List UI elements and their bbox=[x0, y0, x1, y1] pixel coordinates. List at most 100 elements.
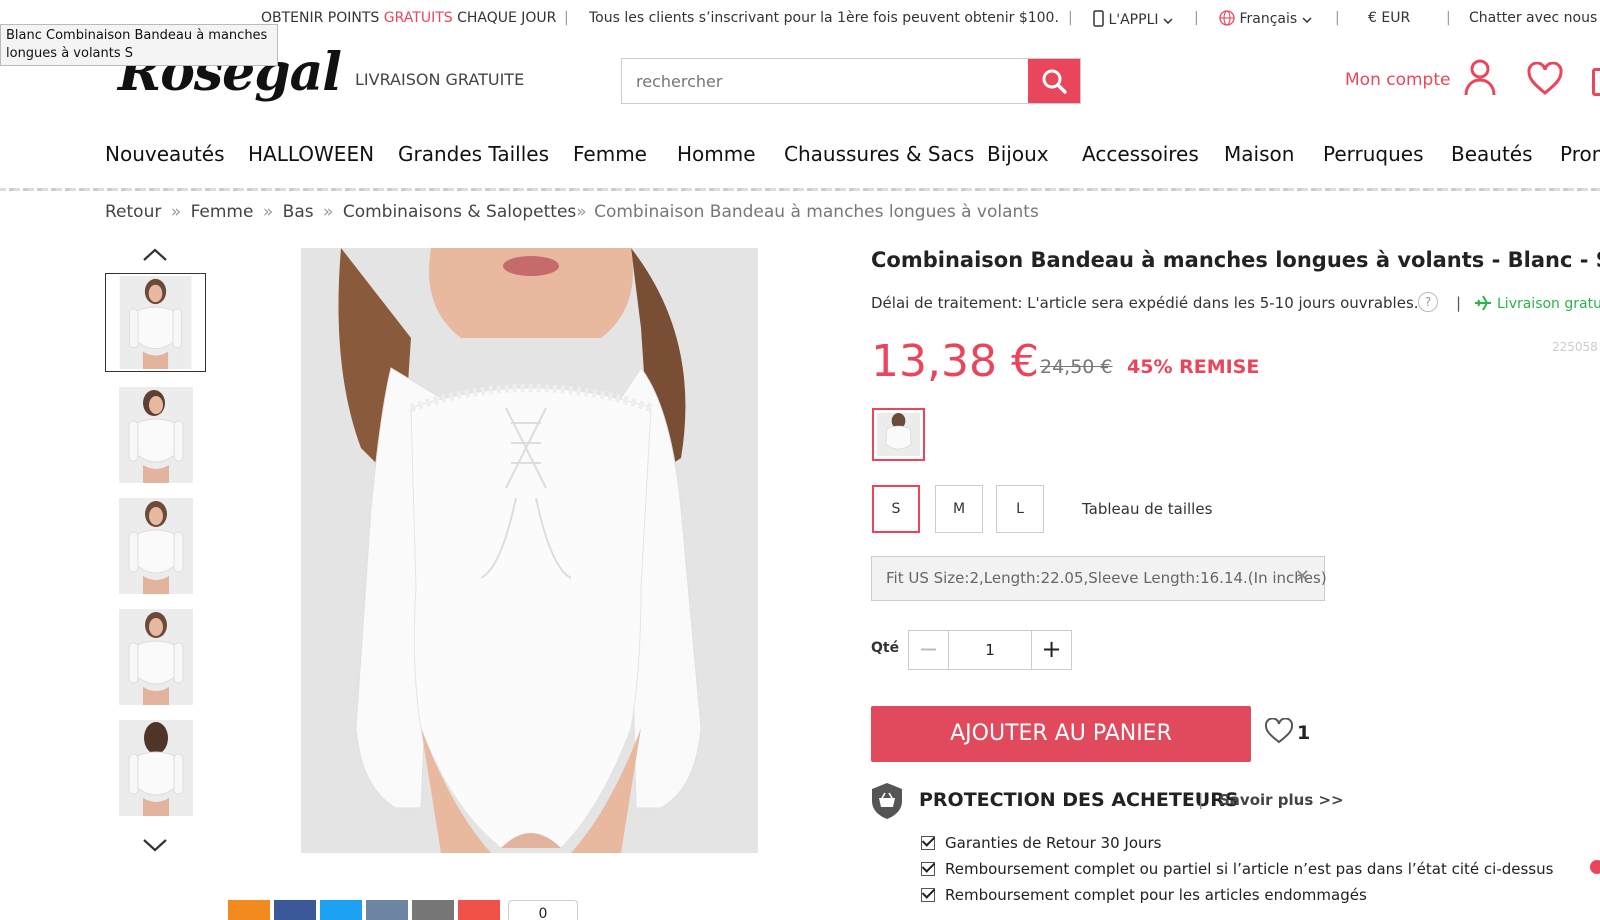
size-option-l[interactable]: L bbox=[996, 485, 1044, 533]
guarantee-text: Garanties de Retour 30 Jours bbox=[945, 834, 1162, 852]
points-promo[interactable]: OBTENIR POINTS GRATUITS CHAQUE JOUR bbox=[261, 10, 556, 26]
share-count: 0 bbox=[508, 900, 578, 920]
globe-icon bbox=[1219, 10, 1235, 26]
nav-item-wigs[interactable]: Perruques bbox=[1323, 142, 1424, 166]
wishlist-count: 1 bbox=[1297, 722, 1311, 744]
thumbnail-2[interactable] bbox=[119, 387, 193, 483]
separator: | bbox=[1194, 10, 1199, 26]
breadcrumb-jumpsuits[interactable]: Combinaisons & Salopettes bbox=[343, 202, 576, 222]
fit-info-text: Fit US Size:2,Length:22.05,Sleeve Length… bbox=[886, 569, 1327, 587]
heart-icon[interactable] bbox=[1264, 718, 1294, 745]
guarantee-text: Remboursement complet ou partiel si l’ar… bbox=[945, 860, 1554, 878]
shield-basket-icon bbox=[872, 783, 902, 819]
separator: | bbox=[1456, 294, 1462, 312]
chevron-down-icon[interactable] bbox=[142, 838, 168, 852]
add-to-cart-button[interactable]: AJOUTER AU PANIER bbox=[871, 706, 1251, 762]
current-price: 13,38 € bbox=[871, 336, 1039, 387]
breadcrumb-women[interactable]: Femme bbox=[191, 202, 254, 222]
separator: | bbox=[1446, 10, 1451, 26]
separator: | bbox=[564, 10, 569, 26]
search-bar bbox=[621, 58, 1081, 104]
user-icon[interactable] bbox=[1464, 58, 1496, 96]
currency-menu[interactable]: € EUR bbox=[1368, 10, 1410, 26]
separator: | bbox=[1068, 10, 1073, 26]
more-share-button[interactable] bbox=[458, 900, 500, 920]
size-option-s[interactable]: S bbox=[872, 485, 920, 533]
product-thumbnail-image bbox=[119, 276, 192, 369]
main-product-image[interactable] bbox=[301, 248, 758, 853]
guarantee-item: Remboursement complet ou partiel si l’ar… bbox=[921, 860, 1553, 878]
search-icon bbox=[1042, 69, 1067, 94]
buyer-protection-title: PROTECTION DES ACHETEURS bbox=[919, 789, 1239, 811]
nav-item-shoes-bags[interactable]: Chaussures & Sacs bbox=[784, 142, 974, 166]
processing-time: Délai de traitement: L'article sera expé… bbox=[871, 294, 1419, 312]
thumbnail-3[interactable] bbox=[119, 498, 193, 594]
facebook-share-button[interactable] bbox=[274, 900, 316, 920]
floating-heart-icon[interactable] bbox=[1590, 860, 1600, 874]
nav-divider bbox=[0, 188, 1600, 191]
quantity-label: Qté bbox=[871, 640, 900, 656]
breadcrumb-back[interactable]: Retour bbox=[105, 202, 161, 222]
guarantee-item: Remboursement complet pour les articles … bbox=[921, 886, 1367, 904]
nav-item-prom[interactable]: Prom bbox=[1560, 142, 1600, 166]
search-input[interactable] bbox=[622, 59, 1028, 103]
thumbnail-5[interactable] bbox=[119, 720, 193, 816]
nav-item-home[interactable]: Maison bbox=[1224, 142, 1294, 166]
thumbnail-4[interactable] bbox=[119, 609, 193, 705]
breadcrumb-arrow: » bbox=[170, 202, 182, 222]
promo-text-a: OBTENIR POINTS bbox=[261, 10, 384, 26]
airplane-icon bbox=[1475, 295, 1491, 311]
cart-icon[interactable] bbox=[1592, 68, 1600, 96]
product-photo bbox=[301, 248, 758, 853]
breadcrumb: Retour » Femme » Bas » Combinaisons & Sa… bbox=[105, 202, 1039, 222]
nav-item-plus-size[interactable]: Grandes Tailles bbox=[398, 142, 549, 166]
close-icon[interactable]: ✕ bbox=[1295, 566, 1310, 587]
learn-more-link[interactable]: Savoir plus >> bbox=[1219, 791, 1344, 809]
nav-item-halloween[interactable]: HALLOWEEN bbox=[248, 142, 374, 166]
sku-number: 225058 bbox=[1552, 340, 1598, 354]
original-price: 24,50 € bbox=[1040, 356, 1113, 378]
check-icon bbox=[921, 862, 935, 876]
twitter-share-button[interactable] bbox=[320, 900, 362, 920]
color-swatch-white[interactable] bbox=[872, 408, 925, 461]
chevron-up-icon[interactable] bbox=[142, 248, 168, 262]
app-menu[interactable]: L'APPLI bbox=[1093, 10, 1173, 28]
separator: | bbox=[1335, 10, 1340, 26]
nav-item-jewelry[interactable]: Bijoux bbox=[987, 142, 1049, 166]
quantity-decrease-button[interactable]: − bbox=[909, 631, 949, 669]
size-option-m[interactable]: M bbox=[935, 485, 983, 533]
size-chart-link[interactable]: Tableau de tailles bbox=[1082, 500, 1212, 518]
language-label: Français bbox=[1239, 11, 1298, 27]
free-shipping-badge[interactable]: Livraison gratuite bbox=[1497, 296, 1600, 312]
fit-info-box: Fit US Size:2,Length:22.05,Sleeve Length… bbox=[871, 556, 1327, 601]
promo-text-c: CHAQUE JOUR bbox=[452, 10, 557, 26]
search-button[interactable] bbox=[1028, 59, 1080, 103]
breadcrumb-bottoms[interactable]: Bas bbox=[283, 202, 314, 222]
thumbnail-1[interactable] bbox=[105, 273, 206, 372]
nav-item-women[interactable]: Femme bbox=[573, 142, 647, 166]
nav-item-new[interactable]: Nouveautés bbox=[105, 142, 225, 166]
email-share-button[interactable] bbox=[412, 900, 454, 920]
nav-item-beauty[interactable]: Beautés bbox=[1451, 142, 1533, 166]
chevron-down-icon bbox=[1163, 18, 1173, 25]
breadcrumb-arrow: » bbox=[262, 202, 274, 222]
share-bar: 0 bbox=[228, 900, 578, 920]
signup-offer[interactable]: Tous les clients s’inscrivant pour la 1è… bbox=[589, 10, 1059, 26]
wishlist-heart-icon[interactable] bbox=[1526, 62, 1564, 96]
print-share-button[interactable] bbox=[366, 900, 408, 920]
quantity-increase-button[interactable]: + bbox=[1031, 631, 1071, 669]
product-thumbnail-image bbox=[119, 720, 193, 816]
language-menu[interactable]: Français bbox=[1219, 10, 1312, 27]
breadcrumb-current: Combinaison Bandeau à manches longues à … bbox=[594, 202, 1039, 222]
quantity-input[interactable]: 1 bbox=[949, 631, 1031, 669]
save-share-button[interactable] bbox=[228, 900, 270, 920]
help-icon[interactable]: ? bbox=[1418, 292, 1438, 312]
guarantee-text: Remboursement complet pour les articles … bbox=[945, 886, 1367, 904]
product-thumbnail-image bbox=[119, 387, 193, 483]
nav-item-accessories[interactable]: Accessoires bbox=[1082, 142, 1199, 166]
product-title: Combinaison Bandeau à manches longues à … bbox=[871, 248, 1600, 272]
app-label: L'APPLI bbox=[1108, 12, 1159, 28]
account-link[interactable]: Mon compte bbox=[1345, 70, 1450, 90]
nav-item-men[interactable]: Homme bbox=[677, 142, 756, 166]
chat-link[interactable]: Chatter avec nous bbox=[1469, 10, 1597, 26]
